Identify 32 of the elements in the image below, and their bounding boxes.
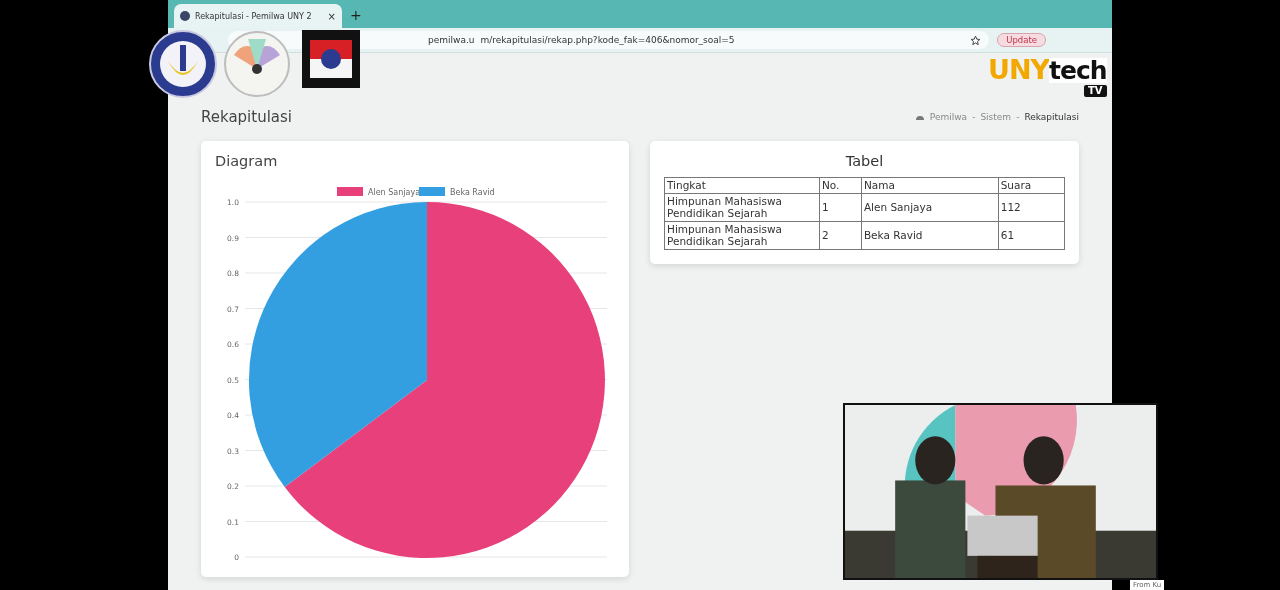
column-header: Nama	[861, 177, 999, 194]
site-icon	[180, 11, 190, 21]
breadcrumb-separator: -	[1016, 112, 1020, 122]
legend-swatch	[337, 187, 363, 196]
card-title: Tabel	[844, 153, 885, 169]
channel-logo: UNYtech TV	[988, 56, 1107, 97]
legend-label: Beka Ravid	[450, 188, 495, 197]
table-cell: Beka Ravid	[861, 221, 999, 250]
new-tab-button[interactable]: +	[350, 7, 362, 23]
table-cell: Alen Sanjaya	[861, 193, 999, 222]
table-cell: Himpunan Mahasiswa Pendidikan Sejarah	[664, 193, 820, 222]
close-button[interactable]: ×	[327, 10, 336, 22]
legend-swatch	[419, 187, 445, 196]
table-cell: 112	[998, 193, 1065, 222]
breadcrumb-link[interactable]: Sistem	[980, 112, 1012, 122]
update-button[interactable]: Update	[997, 33, 1046, 47]
breadcrumb-separator: -	[972, 112, 976, 122]
column-header: No.	[819, 177, 862, 194]
legend-label: Alen Sanjaya	[368, 188, 421, 197]
column-header: Tingkat	[664, 177, 820, 194]
card-title: Diagram	[214, 152, 279, 171]
table-cell: Himpunan Mahasiswa Pendidikan Sejarah	[664, 221, 820, 250]
browser-tab[interactable]: Rekapitulasi - Pemilwa UNY 2 ×	[174, 4, 342, 28]
column-header: Suara	[998, 177, 1065, 194]
star-icon[interactable]	[970, 34, 982, 46]
flag-emblem-icon	[302, 30, 360, 88]
dashboard-icon	[914, 113, 925, 121]
table-cell: 2	[819, 221, 862, 250]
emblem-icon	[222, 29, 292, 99]
page-title: Rekapitulasi	[201, 108, 292, 126]
table-cell: 1	[819, 193, 862, 222]
table-cell: 61	[998, 221, 1065, 250]
